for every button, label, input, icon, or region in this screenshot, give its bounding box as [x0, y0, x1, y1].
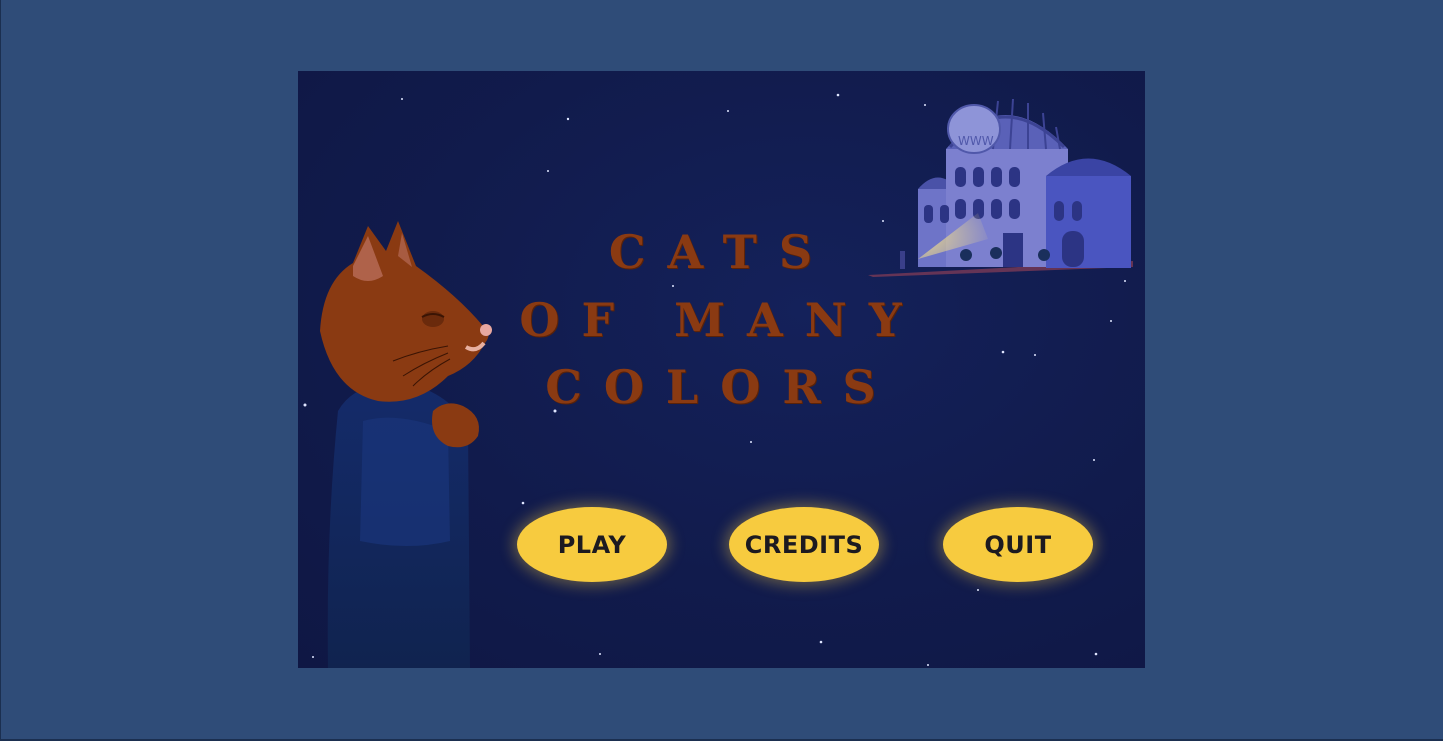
- building-sign: WWW: [958, 134, 994, 148]
- quit-button[interactable]: QUIT: [943, 507, 1093, 582]
- game-title-line-3: COLORS: [545, 360, 898, 414]
- game-title-line-2: OF MANY: [519, 293, 924, 347]
- cat-character: [320, 221, 492, 668]
- play-button[interactable]: PLAY: [517, 507, 667, 582]
- game-title-line-1: CATS: [608, 225, 835, 279]
- game-window-frame: WWW CATS OF MANY COLORS PLAY CREDITS QUI…: [0, 0, 1443, 741]
- credits-button[interactable]: CREDITS: [729, 507, 879, 582]
- title-screen: WWW CATS OF MANY COLORS PLAY CREDITS QUI…: [298, 71, 1145, 668]
